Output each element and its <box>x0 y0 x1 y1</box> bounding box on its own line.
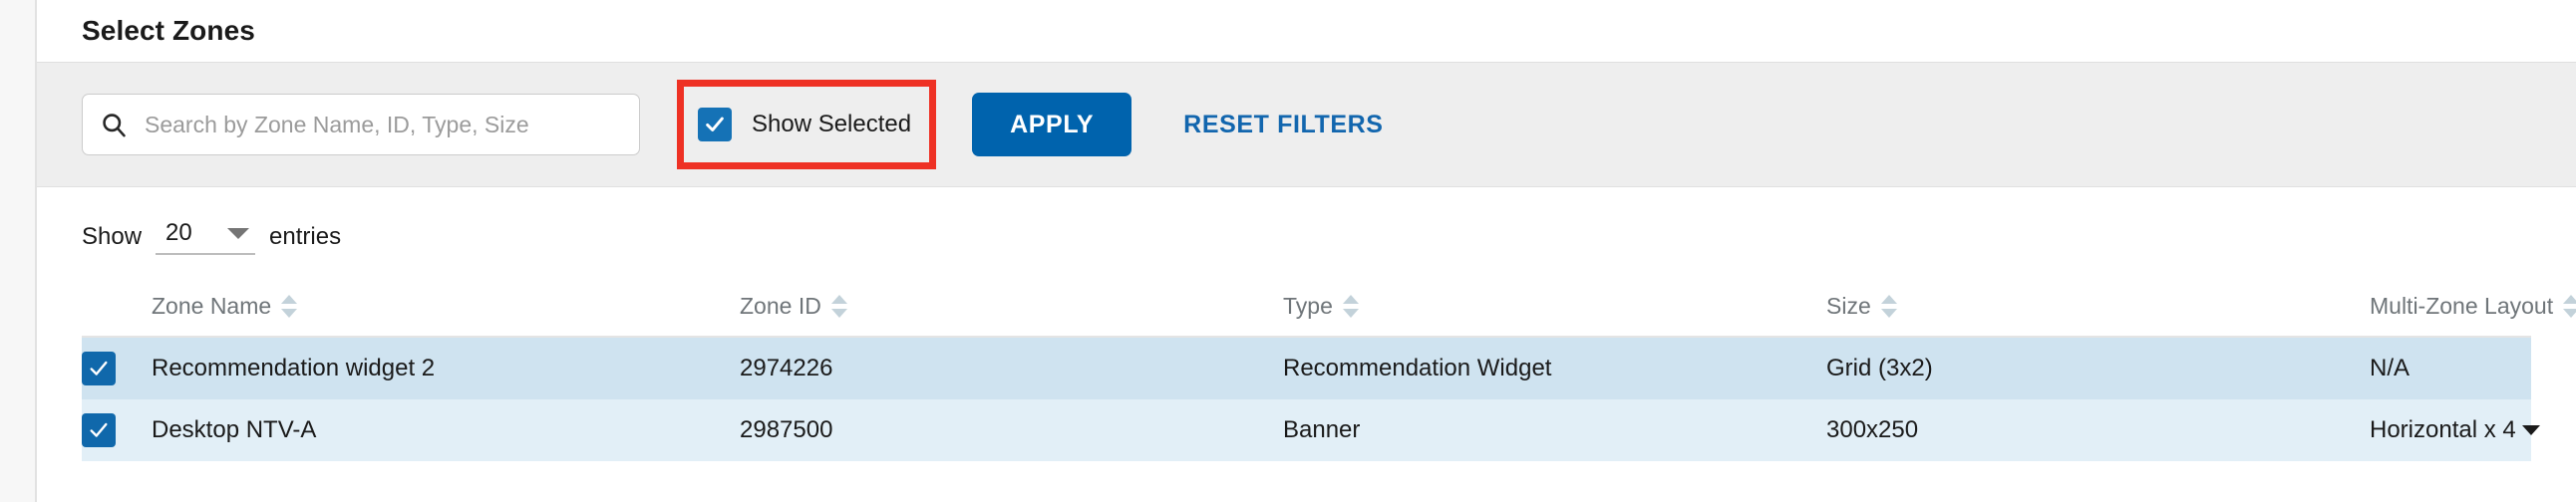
show-selected-checkbox[interactable] <box>698 108 732 141</box>
left-gutter <box>0 0 35 502</box>
cell-multi-zone-layout: N/A <box>2370 337 2531 399</box>
header-type-label: Type <box>1283 293 1333 319</box>
header-size[interactable]: Size <box>1826 287 2370 338</box>
search-input[interactable] <box>143 110 623 139</box>
multi-zone-layout-value: N/A <box>2370 355 2411 381</box>
header-multi-zone-layout[interactable]: Multi-Zone Layout <box>2370 287 2576 338</box>
search-icon <box>99 110 129 139</box>
select-zones-panel: Select Zones Show Selecte <box>35 0 2576 502</box>
show-selected-highlight: Show Selected <box>677 80 937 169</box>
entries-per-page-select[interactable]: 20 <box>156 219 256 255</box>
cell-multi-zone-layout[interactable]: Horizontal x 4 <box>2370 399 2540 461</box>
header-select-column <box>82 287 152 338</box>
apply-button[interactable]: APPLY <box>972 93 1132 156</box>
header-multi-zone-layout-label: Multi-Zone Layout <box>2370 293 2554 319</box>
sort-icon[interactable] <box>1880 295 1897 318</box>
entries-per-page-value: 20 <box>165 219 192 246</box>
show-label: Show <box>82 223 143 250</box>
table-row[interactable]: Recommendation widget 2 2974226 Recommen… <box>82 337 2531 399</box>
show-selected-label: Show Selected <box>752 111 912 137</box>
table-row[interactable]: Desktop NTV-A 2987500 Banner 300x250 Hor… <box>82 399 2540 461</box>
chevron-down-icon <box>2521 425 2540 435</box>
header-zone-name[interactable]: Zone Name <box>152 287 740 338</box>
cell-zone-id: 2974226 <box>740 337 1283 399</box>
sort-icon[interactable] <box>1342 295 1359 318</box>
cell-zone-id: 2987500 <box>740 399 1283 461</box>
filter-bar: Show Selected APPLY RESET FILTERS <box>37 62 2576 187</box>
row-select-cell[interactable] <box>82 399 152 461</box>
page-title: Select Zones <box>82 15 255 46</box>
zones-table-container: Zone Name Zone ID Type Size Multi-Zone L… <box>37 287 2576 461</box>
entries-controls: Show 20 entries <box>37 187 2576 287</box>
cell-type: Banner <box>1283 399 1826 461</box>
cell-type: Recommendation Widget <box>1283 337 1826 399</box>
cell-zone-name: Desktop NTV-A <box>152 399 740 461</box>
table-header-row: Zone Name Zone ID Type Size Multi-Zone L… <box>82 287 2576 338</box>
sort-icon[interactable] <box>2563 295 2576 318</box>
reset-filters-link[interactable]: RESET FILTERS <box>1183 111 1383 139</box>
header-zone-id[interactable]: Zone ID <box>740 287 1283 338</box>
cell-zone-name: Recommendation widget 2 <box>152 337 740 399</box>
search-box[interactable] <box>82 94 640 155</box>
row-select-cell[interactable] <box>82 337 152 399</box>
select-zones-screen: Select Zones Show Selecte <box>0 0 2576 502</box>
entries-label: entries <box>269 223 342 250</box>
chevron-down-icon <box>227 227 250 239</box>
sort-icon[interactable] <box>830 295 847 318</box>
header-type[interactable]: Type <box>1283 287 1826 338</box>
header-zone-id-label: Zone ID <box>740 293 821 319</box>
header-size-label: Size <box>1826 293 1871 319</box>
cell-size: 300x250 <box>1826 399 2370 461</box>
row-checkbox[interactable] <box>82 413 116 447</box>
sort-icon[interactable] <box>281 295 298 318</box>
header-zone-name-label: Zone Name <box>152 293 272 319</box>
multi-zone-layout-dropdown[interactable]: Horizontal x 4 <box>2370 416 2540 444</box>
zones-table: Zone Name Zone ID Type Size Multi-Zone L… <box>82 287 2576 461</box>
multi-zone-layout-value: Horizontal x 4 <box>2370 416 2516 443</box>
row-checkbox[interactable] <box>82 352 116 385</box>
cell-size: Grid (3x2) <box>1826 337 2370 399</box>
panel-header: Select Zones <box>37 0 2576 62</box>
